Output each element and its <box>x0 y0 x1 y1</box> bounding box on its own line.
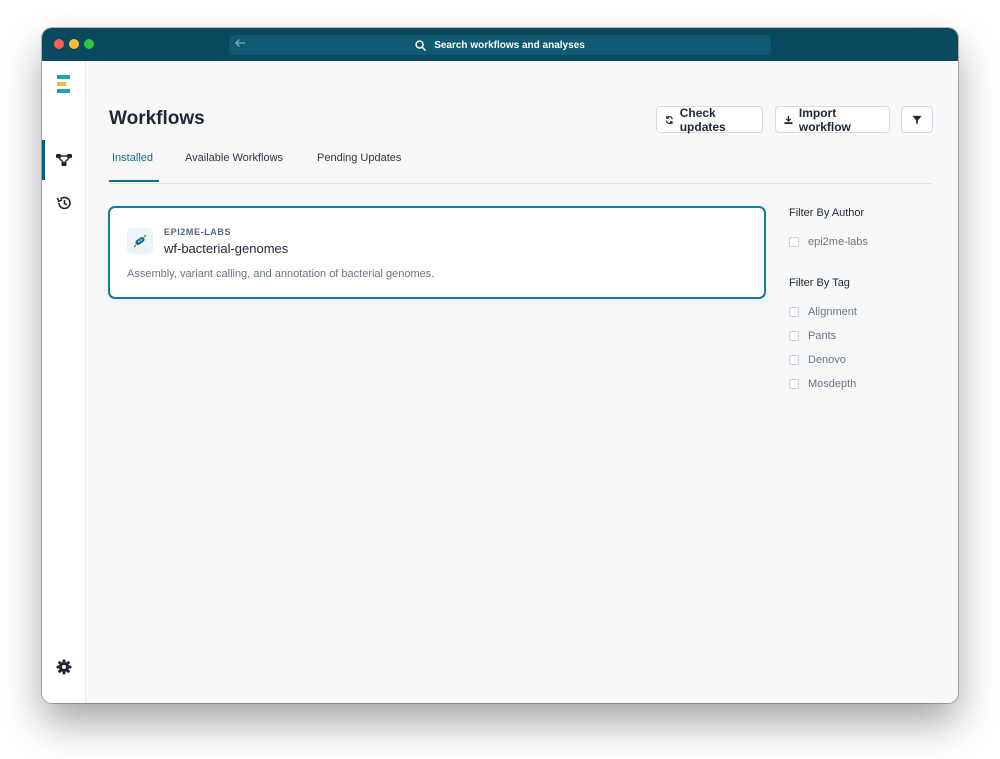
tag-option-label: Pants <box>808 330 837 342</box>
search-bar[interactable]: Search workflows and analyses <box>229 35 771 55</box>
close-window-button[interactable] <box>54 39 64 49</box>
workflow-icon <box>55 154 72 166</box>
search-icon <box>415 39 427 51</box>
workflow-author: EPI2ME-LABS <box>164 227 232 237</box>
checkbox[interactable] <box>789 355 799 365</box>
main-content: Workflows Check updates Import workflow <box>86 61 958 703</box>
bacteria-icon <box>127 228 153 254</box>
refresh-icon <box>665 115 673 124</box>
minimize-window-button[interactable] <box>69 39 79 49</box>
history-icon <box>56 196 71 210</box>
back-arrow-icon[interactable] <box>232 36 248 52</box>
tab-available-workflows-label: Available Workflows <box>185 152 284 164</box>
filter-by-tag-heading: Filter By Tag <box>789 277 850 289</box>
checkbox[interactable] <box>789 379 799 389</box>
gear-icon <box>56 659 71 675</box>
maximize-window-button[interactable] <box>84 39 94 49</box>
checkbox[interactable] <box>789 237 799 247</box>
tag-option-label: Mosdepth <box>808 378 857 390</box>
tab-installed[interactable]: Installed <box>109 148 159 182</box>
check-updates-button[interactable]: Check updates <box>656 105 763 134</box>
user-circle-icon <box>56 702 72 703</box>
tab-pending-updates[interactable]: Pending Updates <box>317 148 401 182</box>
check-updates-label: Check updates <box>679 105 726 134</box>
download-icon <box>784 115 793 124</box>
sidebar-item-history[interactable] <box>42 183 85 223</box>
title-bar: Search workflows and analyses <box>42 28 958 61</box>
page-title: Workflows <box>109 108 205 129</box>
checkbox[interactable] <box>789 331 799 341</box>
tag-option-label: Denovo <box>808 354 846 366</box>
author-option-label: epi2me-labs <box>808 236 868 248</box>
app-logo-icon[interactable] <box>42 65 85 105</box>
sidebar-item-account[interactable] <box>42 690 85 703</box>
filter-by-author-heading: Filter By Author <box>789 207 865 219</box>
tag-option[interactable]: Pants <box>789 330 836 342</box>
import-workflow-label: Import workflow <box>798 105 851 134</box>
workflow-name: wf-bacterial-genomes <box>164 241 289 256</box>
tag-option[interactable]: Denovo <box>789 354 846 366</box>
checkbox[interactable] <box>789 307 799 317</box>
author-option[interactable]: epi2me-labs <box>789 236 868 248</box>
app-window: Search workflows and analyses Workflows … <box>42 28 958 703</box>
workflow-card[interactable]: EPI2ME-LABS wf-bacterial-genomes Assembl… <box>108 206 766 299</box>
filter-icon <box>912 115 922 124</box>
sidebar-item-workflows[interactable] <box>42 140 85 180</box>
sidebar <box>42 61 86 703</box>
tab-bar: Installed Available Workflows Pending Up… <box>109 148 933 184</box>
tab-pending-updates-label: Pending Updates <box>317 152 402 164</box>
tag-option[interactable]: Alignment <box>789 306 857 318</box>
import-workflow-button[interactable]: Import workflow <box>775 105 890 134</box>
sidebar-item-settings[interactable] <box>42 647 85 687</box>
tab-installed-label: Installed <box>112 152 153 164</box>
tab-available-workflows[interactable]: Available Workflows <box>185 148 283 182</box>
workflow-description: Assembly, variant calling, and annotatio… <box>127 268 435 280</box>
tag-option-label: Alignment <box>808 306 857 318</box>
search-placeholder: Search workflows and analyses <box>434 39 585 51</box>
tag-option[interactable]: Mosdepth <box>789 378 856 390</box>
filter-button[interactable] <box>901 106 933 133</box>
